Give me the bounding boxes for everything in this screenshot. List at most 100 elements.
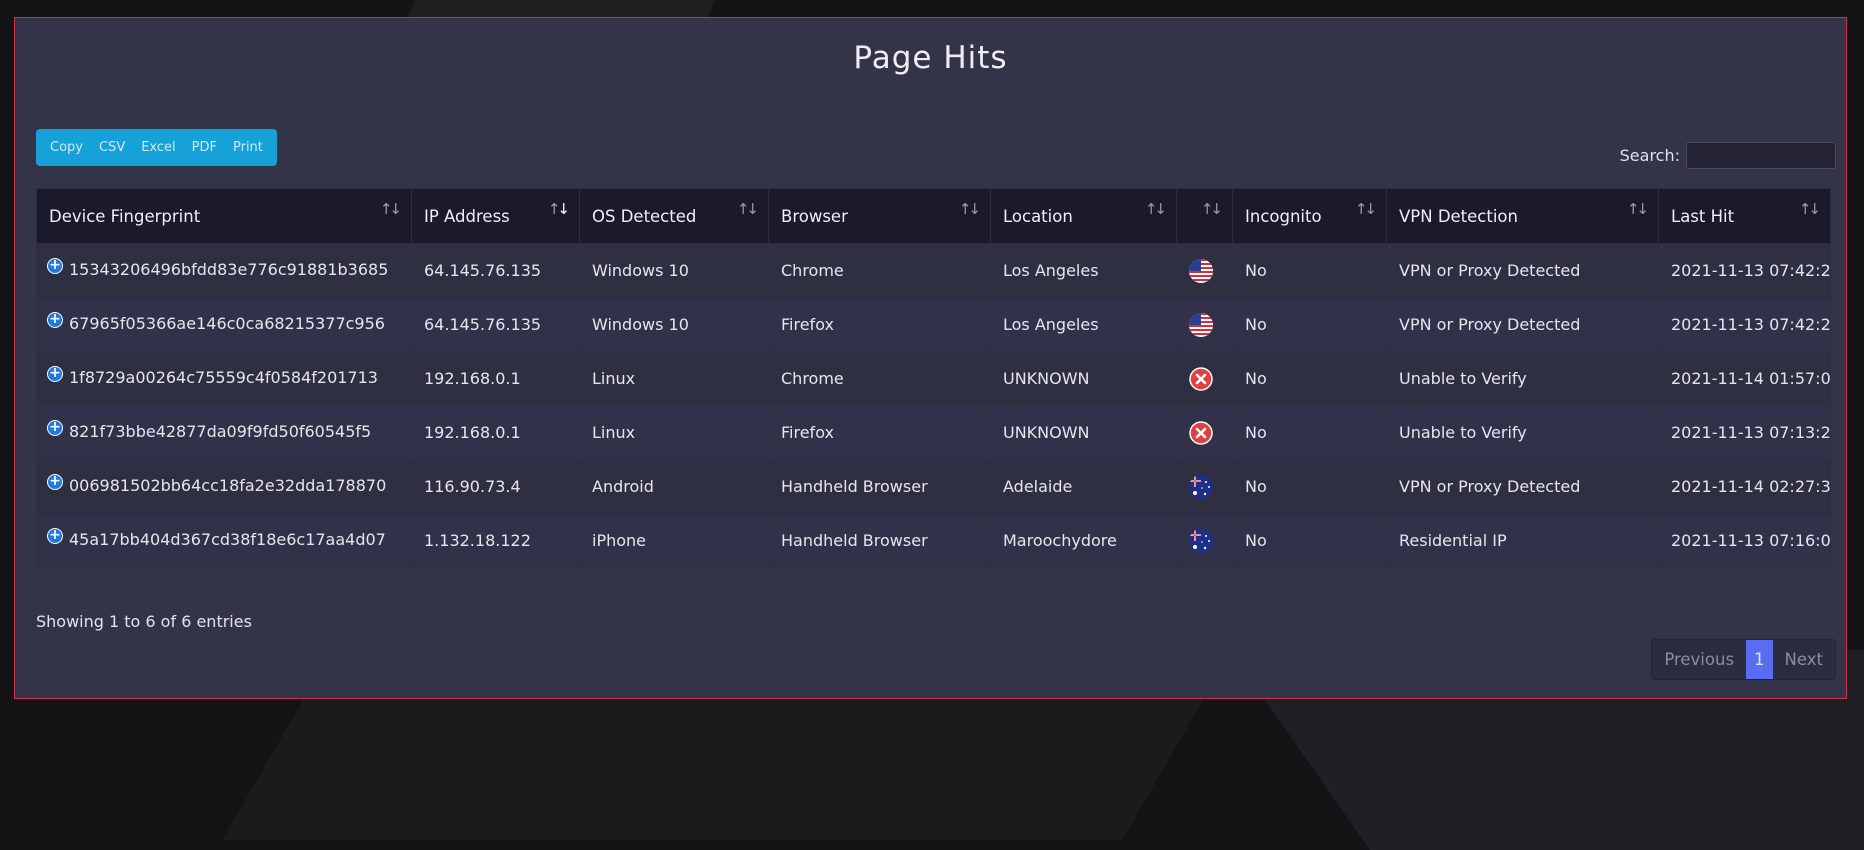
- column-header-location[interactable]: Location ↑↓: [990, 188, 1177, 244]
- table-row[interactable]: +15343206496bfdd83e776c91881b3685 64.145.…: [36, 243, 1831, 298]
- table-row[interactable]: +006981502bb64cc18fa2e32dda178870 116.90.…: [36, 459, 1831, 514]
- column-header-ip-address[interactable]: IP Address ↑↓: [411, 188, 580, 244]
- column-header-browser[interactable]: Browser ↑↓: [768, 188, 991, 244]
- cell-ip-address: 192.168.0.1: [411, 405, 580, 460]
- column-header-last-hit[interactable]: Last Hit ↑↓: [1658, 188, 1831, 244]
- table-header-row: Device Fingerprint ↑↓ IP Address ↑↓ OS Det…: [36, 188, 1831, 244]
- sort-icon: ↑↓: [958, 200, 981, 218]
- column-header-device-fingerprint[interactable]: Device Fingerprint ↑↓: [36, 188, 412, 244]
- table-row[interactable]: +45a17bb404d367cd38f18e6c17aa4d07 1.132.1…: [36, 513, 1831, 568]
- previous-page-button[interactable]: Previous: [1652, 640, 1746, 679]
- search-input[interactable]: [1686, 142, 1836, 169]
- cell-browser: Chrome: [768, 243, 991, 298]
- column-header-label: Browser: [781, 206, 848, 226]
- table-row[interactable]: +67965f05366ae146c0ca68215377c956 64.145.…: [36, 297, 1831, 352]
- cell-ip-address: 192.168.0.1: [411, 351, 580, 406]
- copy-button[interactable]: Copy: [42, 129, 91, 166]
- sort-icon: ↑↓: [1354, 200, 1377, 218]
- cell-ip-address: 116.90.73.4: [411, 459, 580, 514]
- unknown-x-icon: [1189, 420, 1213, 445]
- cell-incognito: No: [1232, 459, 1387, 514]
- column-header-label: VPN Detection: [1399, 206, 1518, 226]
- sort-desc-icon: ↑↓: [547, 200, 570, 218]
- column-header-label: IP Address: [424, 206, 510, 226]
- table-row[interactable]: +1f8729a00264c75559c4f0584f201713 192.168…: [36, 351, 1831, 406]
- next-page-button[interactable]: Next: [1773, 640, 1835, 679]
- cell-vpn-detection: Unable to Verify: [1386, 351, 1659, 406]
- page-hits-panel: Page Hits Copy CSV Excel PDF Print Searc…: [14, 17, 1847, 699]
- cell-last-hit: 2021-11-13 07:16:08: [1658, 513, 1831, 568]
- expand-row-icon[interactable]: +: [47, 473, 63, 490]
- sort-icon: ↑↓: [379, 200, 402, 218]
- cell-vpn-detection: VPN or Proxy Detected: [1386, 243, 1659, 298]
- pagination: Previous 1 Next: [1651, 639, 1836, 680]
- column-header-label: Incognito: [1245, 206, 1322, 226]
- expand-row-icon[interactable]: +: [47, 365, 63, 382]
- cell-vpn-detection: VPN or Proxy Detected: [1386, 459, 1659, 514]
- sort-icon: ↑↓: [1200, 200, 1223, 218]
- cell-fingerprint: +1f8729a00264c75559c4f0584f201713: [36, 351, 412, 406]
- cell-fingerprint: +67965f05366ae146c0ca68215377c956: [36, 297, 412, 352]
- cell-vpn-detection: VPN or Proxy Detected: [1386, 297, 1659, 352]
- column-header-label: OS Detected: [592, 206, 697, 226]
- cell-last-hit: 2021-11-13 07:13:27: [1658, 405, 1831, 460]
- cell-location: UNKNOWN: [990, 351, 1177, 406]
- excel-button[interactable]: Excel: [133, 129, 183, 166]
- cell-location: Adelaide: [990, 459, 1177, 514]
- column-header-os-detected[interactable]: OS Detected ↑↓: [579, 188, 769, 244]
- cell-flag: [1176, 513, 1233, 568]
- column-header-vpn-detection[interactable]: VPN Detection ↑↓: [1386, 188, 1659, 244]
- us-flag-icon: [1189, 312, 1213, 337]
- column-header-flag[interactable]: ↑↓: [1176, 188, 1233, 244]
- cell-location: Los Angeles: [990, 243, 1177, 298]
- cell-browser: Handheld Browser: [768, 513, 991, 568]
- fingerprint-text: 006981502bb64cc18fa2e32dda178870: [69, 475, 387, 495]
- cell-browser: Firefox: [768, 297, 991, 352]
- cell-ip-address: 64.145.76.135: [411, 297, 580, 352]
- unknown-x-icon: [1189, 366, 1213, 391]
- fingerprint-text: 821f73bbe42877da09f9fd50f60545f5: [69, 421, 372, 441]
- cell-incognito: No: [1232, 243, 1387, 298]
- fingerprint-text: 1f8729a00264c75559c4f0584f201713: [69, 367, 378, 387]
- sort-icon: ↑↓: [1798, 200, 1821, 218]
- cell-flag: [1176, 405, 1233, 460]
- cell-fingerprint: +15343206496bfdd83e776c91881b3685: [36, 243, 412, 298]
- us-flag-icon: [1189, 258, 1213, 283]
- csv-button[interactable]: CSV: [91, 129, 133, 166]
- expand-row-icon[interactable]: +: [47, 419, 63, 436]
- cell-fingerprint: +006981502bb64cc18fa2e32dda178870: [36, 459, 412, 514]
- column-header-incognito[interactable]: Incognito ↑↓: [1232, 188, 1387, 244]
- entries-info: Showing 1 to 6 of 6 entries: [36, 612, 252, 631]
- cell-os: Windows 10: [579, 243, 769, 298]
- cell-browser: Chrome: [768, 351, 991, 406]
- cell-os: Windows 10: [579, 297, 769, 352]
- au-flag-icon: [1189, 474, 1213, 499]
- fingerprint-text: 45a17bb404d367cd38f18e6c17aa4d07: [69, 529, 386, 549]
- cell-last-hit: 2021-11-14 02:27:35: [1658, 459, 1831, 514]
- table-body: +15343206496bfdd83e776c91881b3685 64.145.…: [36, 243, 1831, 568]
- expand-row-icon[interactable]: +: [47, 527, 63, 544]
- fingerprint-text: 67965f05366ae146c0ca68215377c956: [69, 313, 385, 333]
- cell-location: Maroochydore: [990, 513, 1177, 568]
- column-header-label: Location: [1003, 206, 1073, 226]
- pdf-button[interactable]: PDF: [184, 129, 225, 166]
- table-row[interactable]: +821f73bbe42877da09f9fd50f60545f5 192.168…: [36, 405, 1831, 460]
- cell-ip-address: 64.145.76.135: [411, 243, 580, 298]
- cell-os: Linux: [579, 405, 769, 460]
- expand-row-icon[interactable]: +: [47, 257, 63, 274]
- print-button[interactable]: Print: [225, 129, 271, 166]
- cell-incognito: No: [1232, 297, 1387, 352]
- cell-vpn-detection: Unable to Verify: [1386, 405, 1659, 460]
- cell-os: Android: [579, 459, 769, 514]
- fingerprint-text: 15343206496bfdd83e776c91881b3685: [69, 259, 389, 279]
- search-box: Search:: [1620, 142, 1836, 169]
- export-button-group: Copy CSV Excel PDF Print: [36, 129, 277, 166]
- expand-row-icon[interactable]: +: [47, 311, 63, 328]
- cell-os: iPhone: [579, 513, 769, 568]
- cell-location: UNKNOWN: [990, 405, 1177, 460]
- cell-ip-address: 1.132.18.122: [411, 513, 580, 568]
- cell-last-hit: 2021-11-13 07:42:25: [1658, 243, 1831, 298]
- au-flag-icon: [1189, 528, 1213, 553]
- page-1-button[interactable]: 1: [1746, 640, 1773, 679]
- cell-last-hit: 2021-11-13 07:42:23: [1658, 297, 1831, 352]
